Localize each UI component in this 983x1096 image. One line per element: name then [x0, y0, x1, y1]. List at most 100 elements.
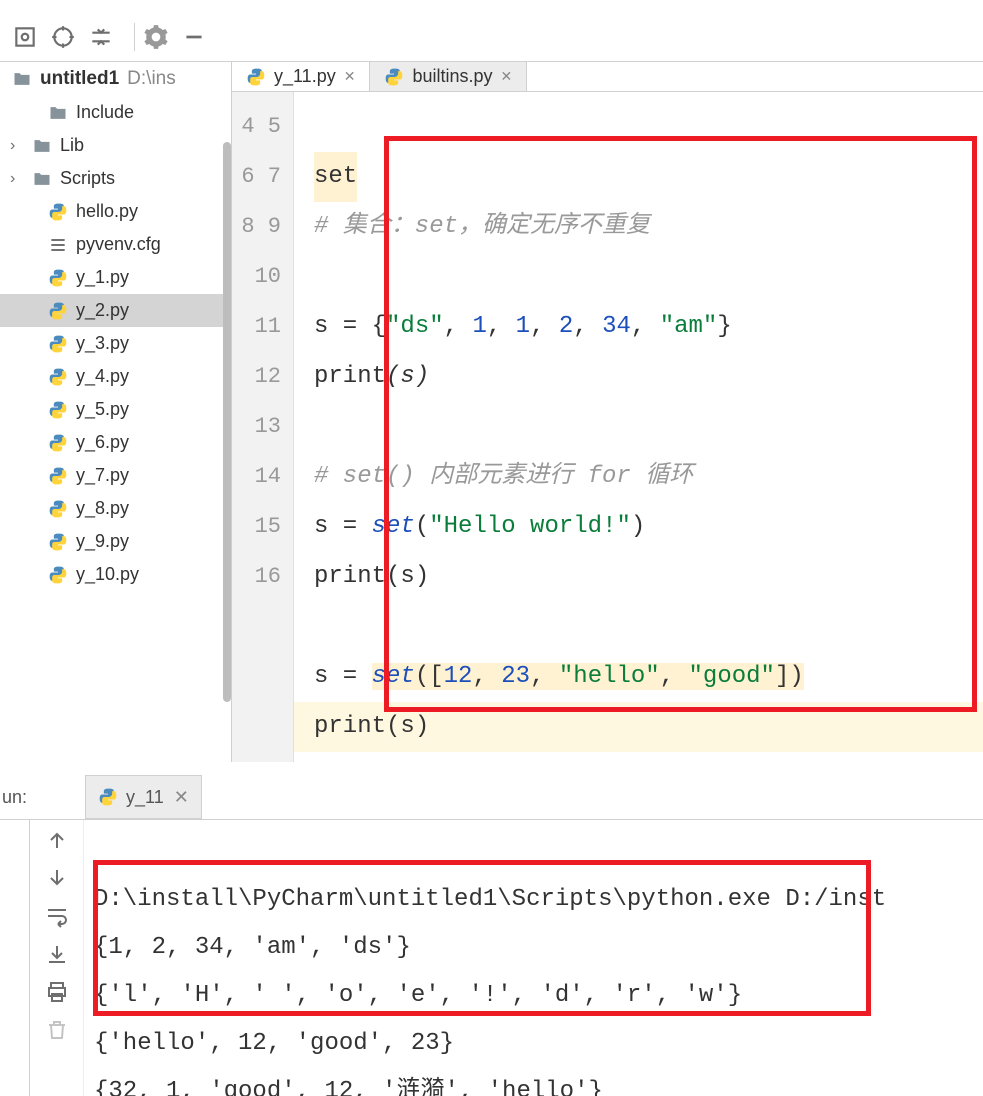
- tree-item-y_2-py[interactable]: y_2.py: [0, 294, 231, 327]
- tree-item-pyvenv-cfg[interactable]: pyvenv.cfg: [0, 228, 231, 261]
- python-file-icon: [48, 499, 68, 519]
- python-file-icon: [48, 334, 68, 354]
- tree-item-y_4-py[interactable]: y_4.py: [0, 360, 231, 393]
- soft-wrap-icon[interactable]: [45, 904, 69, 928]
- python-file-icon: [246, 67, 266, 87]
- tree-item-label: pyvenv.cfg: [76, 234, 161, 255]
- python-file-icon: [48, 367, 68, 387]
- code-line-7: s = {"ds", 1, 1, 2, 34, "am"}: [314, 313, 732, 340]
- chevron-right-icon: ›: [10, 137, 24, 155]
- code-set-highlight: set: [314, 152, 357, 202]
- python-file-icon: [48, 532, 68, 552]
- arrow-up-icon[interactable]: [45, 828, 69, 852]
- code-line-11: s = set("Hello world!"): [314, 513, 645, 540]
- folder-icon: [48, 103, 68, 123]
- arrow-down-icon[interactable]: [45, 866, 69, 890]
- scroll-to-end-icon[interactable]: [45, 942, 69, 966]
- collapse-icon[interactable]: [88, 24, 114, 50]
- python-file-icon: [48, 466, 68, 486]
- tree-item-y_7-py[interactable]: y_7.py: [0, 459, 231, 492]
- tree-item-label: y_1.py: [76, 267, 129, 288]
- run-gutter-col-1: [0, 820, 30, 1096]
- tree-item-label: y_2.py: [76, 300, 129, 321]
- code-comment: # 集合：set，确定无序不重复: [314, 213, 650, 240]
- python-file-icon: [48, 433, 68, 453]
- target-icon[interactable]: [12, 24, 38, 50]
- folder-icon: [12, 69, 32, 89]
- console-line-3: {'hello', 12, 'good', 23}: [94, 1030, 454, 1057]
- config-file-icon: [48, 235, 68, 255]
- python-file-icon: [48, 400, 68, 420]
- close-icon[interactable]: ✕: [344, 68, 356, 85]
- code-line-15: print(s): [314, 713, 429, 740]
- tree-item-label: y_7.py: [76, 465, 129, 486]
- tree-item-y_3-py[interactable]: y_3.py: [0, 327, 231, 360]
- tree-item-label: Include: [76, 102, 134, 123]
- tree-item-y_1-py[interactable]: y_1.py: [0, 261, 231, 294]
- minimize-icon[interactable]: [181, 24, 207, 50]
- python-file-icon: [48, 565, 68, 585]
- tree-item-y_9-py[interactable]: y_9.py: [0, 525, 231, 558]
- editor-pane: y_11.py✕ builtins.py ✕ 4 5 6 7 8 9 10 11 1…: [232, 62, 983, 762]
- tree-item-label: y_8.py: [76, 498, 129, 519]
- tree-item-label: y_3.py: [76, 333, 129, 354]
- tree-item-y_8-py[interactable]: y_8.py: [0, 492, 231, 525]
- gear-icon[interactable]: [143, 24, 169, 50]
- tree-item-label: Scripts: [60, 168, 115, 189]
- tree-item-y_10-py[interactable]: y_10.py: [0, 558, 231, 591]
- project-root-path: D:\ins: [127, 68, 176, 90]
- tree-item-Scripts[interactable]: › Scripts: [0, 162, 231, 195]
- tab-label: builtins.py: [412, 66, 492, 87]
- project-tree: untitled1 D:\ins Include › Lib › Scripts hell…: [0, 62, 232, 762]
- project-root-name: untitled1: [40, 68, 119, 90]
- print-icon[interactable]: [45, 980, 69, 1004]
- line-gutter: 4 5 6 7 8 9 10 11 12 13 14 15 16: [232, 92, 294, 762]
- project-toolbar: [0, 12, 983, 62]
- code-line-14: s = set([12, 23, "hello", "good"]): [314, 663, 804, 690]
- console-line-1: {1, 2, 34, 'am', 'ds'}: [94, 934, 411, 961]
- crosshair-icon[interactable]: [50, 24, 76, 50]
- tree-item-label: y_10.py: [76, 564, 139, 585]
- folder-icon: [32, 136, 52, 156]
- python-file-icon: [98, 787, 118, 807]
- python-file-icon: [48, 202, 68, 222]
- tree-item-label: y_6.py: [76, 432, 129, 453]
- tree-scrollbar[interactable]: [223, 142, 231, 702]
- tree-item-label: Lib: [60, 135, 84, 156]
- code-line-12: print(s): [314, 563, 429, 590]
- code-text[interactable]: set # 集合：set，确定无序不重复 s = {"ds", 1, 1, 2,…: [294, 92, 983, 762]
- python-file-icon: [48, 268, 68, 288]
- python-file-icon: [384, 67, 404, 87]
- code-area[interactable]: 4 5 6 7 8 9 10 11 12 13 14 15 16 set # 集…: [232, 92, 983, 762]
- tree-item-label: y_5.py: [76, 399, 129, 420]
- console-line-4: {32, 1, 'good', 12, '涟漪', 'hello'}: [94, 1078, 603, 1096]
- tree-item-Lib[interactable]: › Lib: [0, 129, 231, 162]
- code-comment-2: # set() 内部元素进行 for 循环: [314, 463, 693, 490]
- run-tab[interactable]: y_11 ✕: [85, 775, 202, 819]
- run-gutter-col-2: [30, 820, 84, 1096]
- close-icon[interactable]: ✕: [174, 787, 189, 808]
- editor-tab-builtins-py[interactable]: builtins.py ✕: [370, 62, 527, 91]
- editor-tab-y_11-py[interactable]: y_11.py✕: [232, 62, 370, 91]
- python-file-icon: [48, 301, 68, 321]
- toolbar-divider: [134, 23, 135, 51]
- chevron-right-icon: ›: [10, 170, 24, 188]
- run-panel: D:\install\PyCharm\untitled1\Scripts\pyt…: [0, 819, 983, 1096]
- tree-item-Include[interactable]: Include: [0, 96, 231, 129]
- console-output[interactable]: D:\install\PyCharm\untitled1\Scripts\pyt…: [84, 820, 983, 1096]
- code-line-8: print(s): [314, 363, 429, 390]
- breadcrumb: [0, 0, 983, 12]
- folder-icon: [32, 169, 52, 189]
- close-icon[interactable]: ✕: [501, 68, 513, 85]
- trash-icon[interactable]: [45, 1018, 69, 1042]
- project-root[interactable]: untitled1 D:\ins: [0, 62, 231, 96]
- console-cmd: D:\install\PyCharm\untitled1\Scripts\pyt…: [94, 886, 886, 913]
- run-label: un:: [2, 787, 27, 808]
- tree-item-hello-py[interactable]: hello.py: [0, 195, 231, 228]
- main-split: untitled1 D:\ins Include › Lib › Scripts hell…: [0, 62, 983, 762]
- tree-item-label: y_4.py: [76, 366, 129, 387]
- run-toolwindow-header: un: y_11 ✕: [0, 775, 202, 819]
- tree-item-y_5-py[interactable]: y_5.py: [0, 393, 231, 426]
- tree-item-y_6-py[interactable]: y_6.py: [0, 426, 231, 459]
- run-tab-label: y_11: [126, 787, 164, 808]
